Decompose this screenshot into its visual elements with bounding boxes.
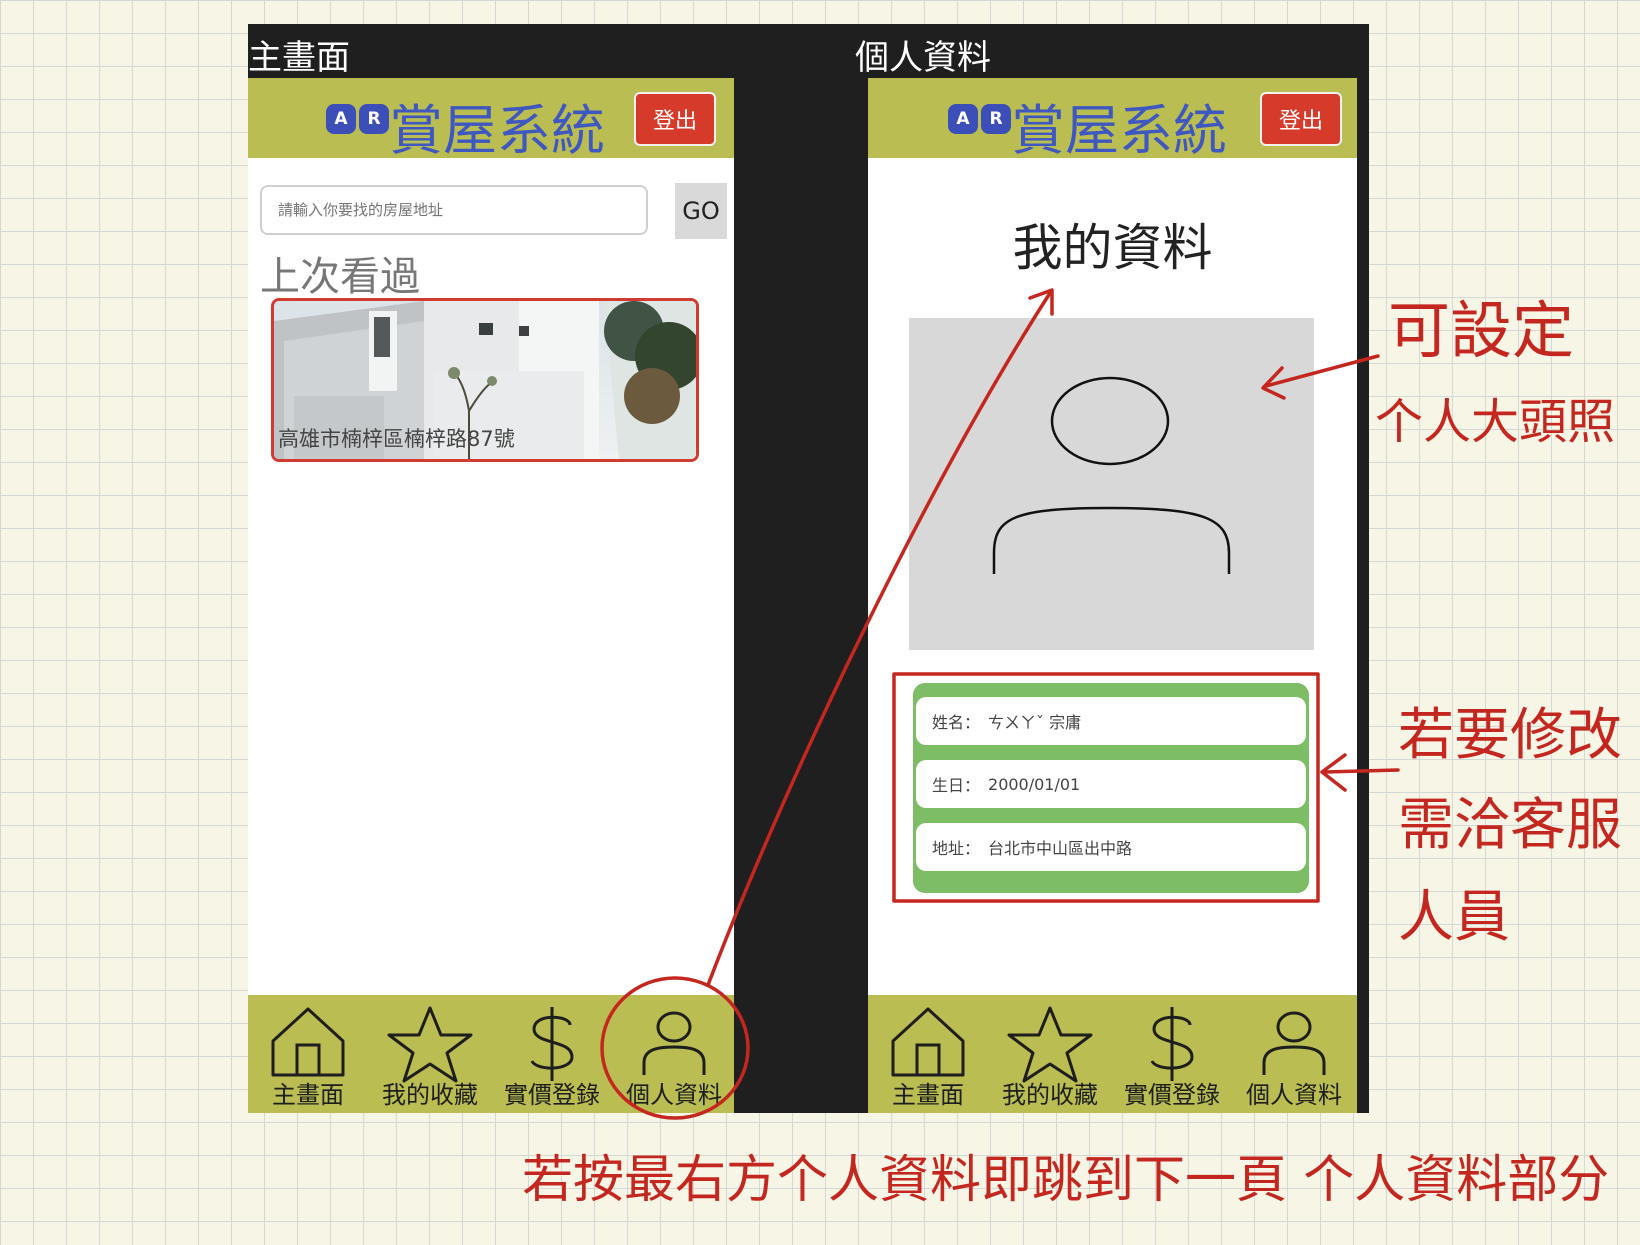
tab-price-records-label: 實價登錄: [504, 1081, 600, 1109]
address-field: 地址： 台北市中山區出中路: [916, 823, 1306, 871]
home-screen: A R 賞屋系統 登出 GO 上次看過: [248, 78, 734, 1113]
logout-button[interactable]: 登出: [1260, 92, 1342, 146]
edit-note-line2: 需洽客服: [1398, 793, 1622, 858]
tab-favorites-label: 我的收藏: [382, 1081, 478, 1109]
tab-bar: 主畫面 我的收藏 實價登錄 個人資料: [868, 995, 1357, 1113]
address-value: 台北市中山區出中路: [988, 839, 1133, 858]
profile-screen: A R 賞屋系統 登出 我的資料 姓名： ㄘㄨㄚˇ 宗庸 生日： 2000/01…: [868, 78, 1357, 1113]
avatar-note-line1: 可設定: [1388, 294, 1575, 367]
recent-title: 上次看過: [260, 254, 420, 300]
logo-r-badge: R: [359, 104, 389, 134]
person-icon: [642, 1011, 706, 1075]
star-icon: [387, 1006, 473, 1083]
tab-home[interactable]: 主畫面: [868, 995, 988, 1113]
tab-price-records-label: 實價登錄: [1124, 1081, 1220, 1109]
app-header: A R 賞屋系統 登出: [868, 78, 1357, 162]
address-label: 地址：: [932, 839, 981, 858]
app-logo: A R: [326, 104, 389, 134]
logo-a-badge: A: [326, 104, 356, 134]
edit-note-line3: 人員: [1398, 885, 1510, 950]
app-title: 賞屋系統: [1011, 99, 1227, 162]
tab-bar: 主畫面 我的收藏 實價登錄 個人資料: [248, 995, 734, 1113]
tab-favorites-label: 我的收藏: [1002, 1081, 1098, 1109]
dollar-icon: [1150, 1007, 1194, 1081]
app-header: A R 賞屋系統 登出: [248, 78, 734, 162]
recent-house-address: 高雄市楠梓區楠梓路87號: [278, 427, 515, 451]
tab-home[interactable]: 主畫面: [248, 995, 368, 1113]
birthday-field: 生日： 2000/01/01: [916, 760, 1306, 808]
go-button[interactable]: GO: [675, 183, 727, 239]
logo-a-badge: A: [948, 104, 978, 134]
tab-home-label: 主畫面: [892, 1081, 964, 1109]
logo-r-badge: R: [981, 104, 1011, 134]
tab-profile[interactable]: 個人資料: [1234, 995, 1354, 1113]
name-field: 姓名： ㄘㄨㄚˇ 宗庸: [916, 697, 1306, 745]
person-icon: [1262, 1011, 1326, 1075]
home-screen-label: 主畫面: [248, 38, 350, 78]
avatar-placeholder-icon: [992, 376, 1231, 574]
profile-info-panel: 姓名： ㄘㄨㄚˇ 宗庸 生日： 2000/01/01 地址： 台北市中山區出中路: [913, 683, 1309, 893]
app-logo: A R: [948, 104, 1011, 134]
avatar-upload[interactable]: [909, 318, 1314, 650]
home-icon: [891, 1007, 965, 1077]
home-icon: [271, 1007, 345, 1077]
tab-profile[interactable]: 個人資料: [614, 995, 734, 1113]
tab-price-records[interactable]: 實價登錄: [1112, 995, 1232, 1113]
birthday-label: 生日：: [932, 776, 981, 795]
bottom-note: 若按最右方个人資料即跳到下一頁 个人資料部分: [522, 1151, 1610, 1210]
profile-screen-label: 個人資料: [855, 38, 991, 78]
dollar-icon: [530, 1007, 574, 1081]
avatar-note-line2: 个人大頭照: [1375, 394, 1616, 450]
app-title: 賞屋系統: [389, 99, 605, 162]
search-input[interactable]: [260, 185, 648, 235]
name-value: ㄘㄨㄚˇ 宗庸: [988, 713, 1082, 732]
tab-profile-label: 個人資料: [626, 1081, 722, 1109]
recent-house-card[interactable]: 高雄市楠梓區楠梓路87號: [271, 298, 699, 462]
profile-title: 我的資料: [1012, 219, 1213, 277]
edit-note-line1: 若要修改: [1398, 703, 1622, 768]
tab-favorites[interactable]: 我的收藏: [990, 995, 1110, 1113]
tab-profile-label: 個人資料: [1246, 1081, 1342, 1109]
logout-button[interactable]: 登出: [634, 92, 716, 146]
star-icon: [1007, 1006, 1093, 1083]
name-label: 姓名：: [932, 713, 981, 732]
tab-home-label: 主畫面: [272, 1081, 344, 1109]
birthday-value: 2000/01/01: [988, 774, 1081, 794]
tab-favorites[interactable]: 我的收藏: [370, 995, 490, 1113]
tab-price-records[interactable]: 實價登錄: [492, 995, 612, 1113]
